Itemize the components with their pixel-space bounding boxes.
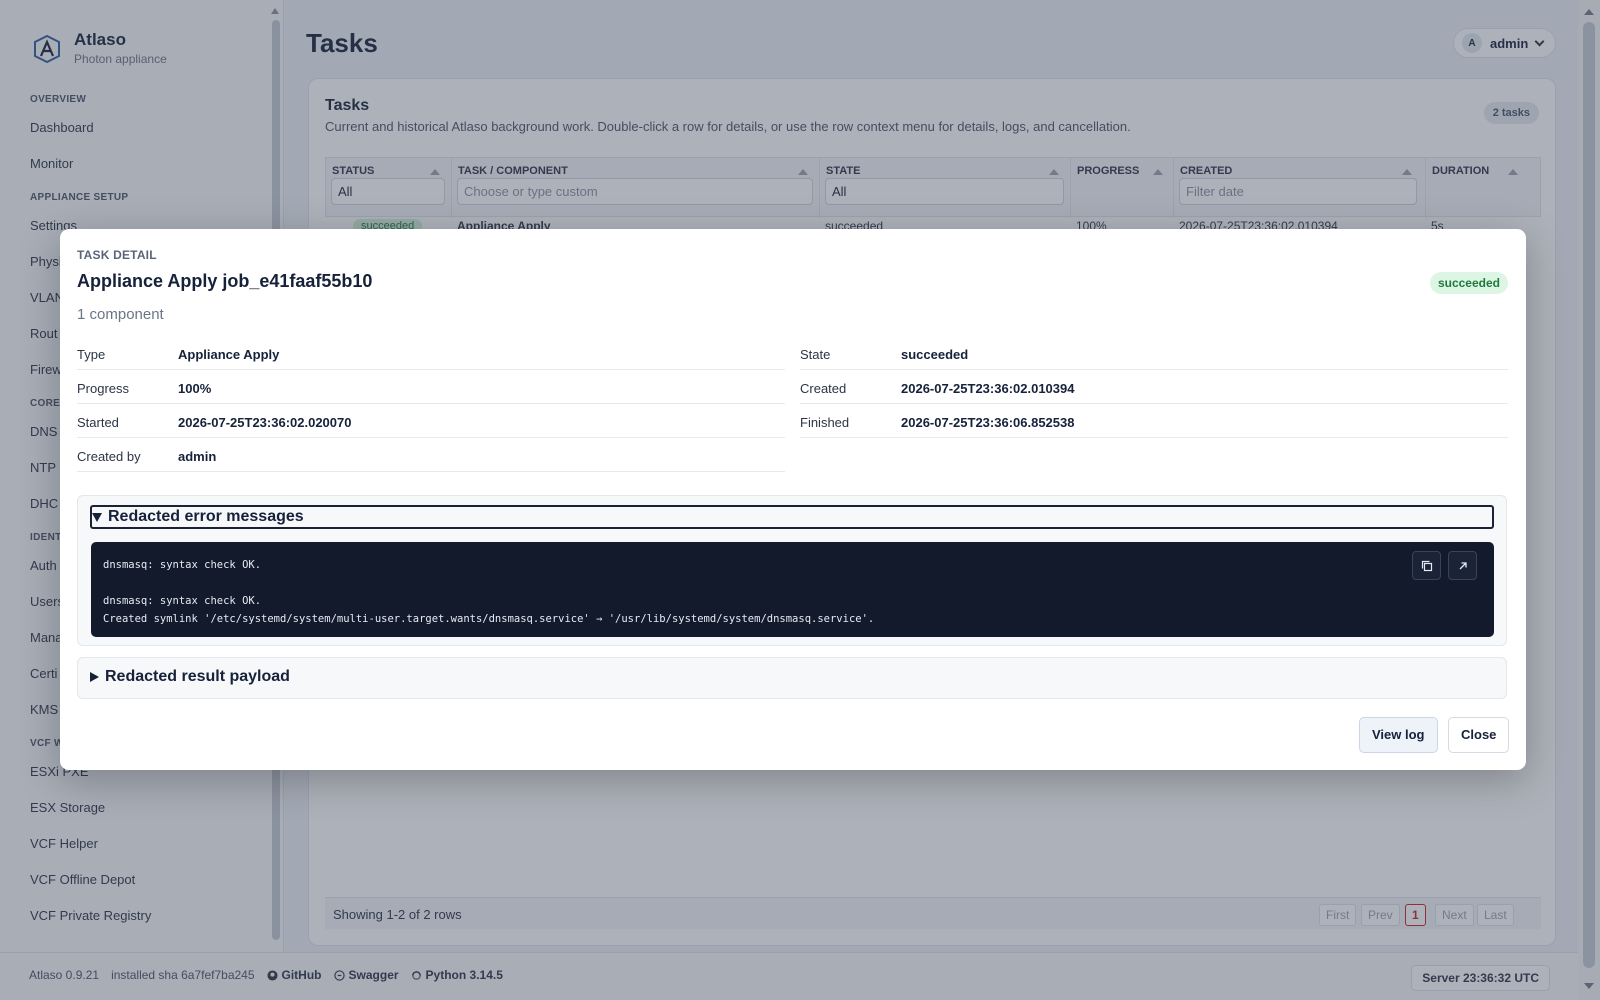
task-detail-dialog: TASK DETAIL Appliance Apply job_e41faaf5… bbox=[60, 229, 1526, 770]
field-created: Created 2026-07-25T23:36:02.010394 bbox=[800, 370, 1508, 404]
error-messages-toggle[interactable]: Redacted error messages bbox=[90, 505, 1494, 529]
field-state: State succeeded bbox=[800, 336, 1508, 370]
view-log-button[interactable]: View log bbox=[1359, 717, 1438, 753]
field-value: 2026-07-25T23:36:02.010394 bbox=[901, 381, 1075, 396]
field-label: Created bbox=[800, 381, 847, 396]
field-value: 100% bbox=[178, 381, 212, 396]
field-label: State bbox=[800, 347, 831, 362]
field-type: Type Appliance Apply bbox=[77, 336, 785, 370]
field-label: Progress bbox=[77, 381, 130, 396]
caret-down-icon bbox=[92, 512, 102, 522]
error-log-output: dnsmasq: syntax check OK. dnsmasq: synta… bbox=[91, 542, 1494, 637]
result-payload-section: Redacted result payload bbox=[77, 657, 1507, 699]
field-value: 2026-07-25T23:36:02.020070 bbox=[178, 415, 352, 430]
section-title: Redacted error messages bbox=[108, 508, 304, 525]
dialog-title: Appliance Apply job_e41faaf55b10 bbox=[77, 271, 373, 291]
copy-button[interactable] bbox=[1412, 551, 1441, 580]
field-progress: Progress 100% bbox=[77, 370, 785, 404]
caret-right-icon bbox=[90, 672, 99, 682]
section-title: Redacted result payload bbox=[105, 668, 290, 685]
field-value: 2026-07-25T23:36:06.852538 bbox=[901, 415, 1075, 430]
dialog-eyebrow: TASK DETAIL bbox=[77, 248, 157, 262]
dialog-subtitle: 1 component bbox=[77, 306, 164, 323]
field-label: Created by bbox=[77, 449, 141, 464]
field-label: Type bbox=[77, 347, 106, 362]
copy-icon bbox=[1421, 560, 1432, 571]
field-started: Started 2026-07-25T23:36:02.020070 bbox=[77, 404, 785, 438]
field-label: Started bbox=[77, 415, 119, 430]
result-payload-toggle[interactable]: Redacted result payload bbox=[90, 668, 290, 686]
field-value: succeeded bbox=[901, 347, 969, 362]
open-external-button[interactable] bbox=[1448, 551, 1477, 580]
field-finished: Finished 2026-07-25T23:36:06.852538 bbox=[800, 404, 1508, 438]
field-label: Finished bbox=[800, 415, 850, 430]
field-created-by: Created by admin bbox=[77, 438, 785, 472]
field-value: admin bbox=[178, 449, 217, 464]
field-value: Appliance Apply bbox=[178, 347, 280, 362]
external-link-icon bbox=[1459, 561, 1467, 569]
close-button[interactable]: Close bbox=[1448, 717, 1510, 753]
error-messages-section: Redacted error messages dnsmasq: syntax … bbox=[77, 495, 1507, 646]
status-badge: succeeded bbox=[1429, 272, 1508, 294]
